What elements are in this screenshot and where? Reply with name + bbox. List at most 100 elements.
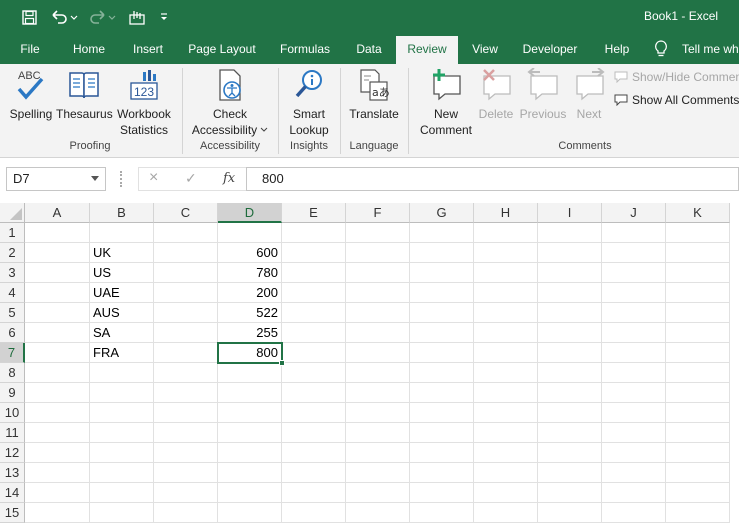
cell-h3[interactable] [474, 263, 538, 283]
cell-a11[interactable] [25, 423, 90, 443]
cell-f9[interactable] [346, 383, 410, 403]
cell-k6[interactable] [666, 323, 730, 343]
cell-i5[interactable] [538, 303, 602, 323]
cell-k12[interactable] [666, 443, 730, 463]
cell-k13[interactable] [666, 463, 730, 483]
column-header-j[interactable]: J [602, 203, 666, 223]
cell-a10[interactable] [25, 403, 90, 423]
cell-e8[interactable] [282, 363, 346, 383]
cell-h1[interactable] [474, 223, 538, 243]
row-header-14[interactable]: 14 [0, 483, 25, 503]
smart-lookup-button[interactable]: Smart Lookup [284, 68, 334, 138]
cell-e2[interactable] [282, 243, 346, 263]
cell-b1[interactable] [90, 223, 154, 243]
translate-button[interactable]: aあ Translate [346, 68, 402, 122]
row-header-10[interactable]: 10 [0, 403, 25, 423]
cell-i8[interactable] [538, 363, 602, 383]
cell-k4[interactable] [666, 283, 730, 303]
cell-c9[interactable] [154, 383, 218, 403]
cell-h15[interactable] [474, 503, 538, 523]
cell-b10[interactable] [90, 403, 154, 423]
select-all-button[interactable] [0, 203, 25, 223]
cell-b3[interactable]: US [90, 263, 154, 283]
cell-f7[interactable] [346, 343, 410, 363]
row-header-11[interactable]: 11 [0, 423, 25, 443]
cell-k7[interactable] [666, 343, 730, 363]
new-comment-button[interactable]: New Comment [416, 68, 476, 138]
cell-j12[interactable] [602, 443, 666, 463]
cell-a13[interactable] [25, 463, 90, 483]
workbook-statistics-button[interactable]: 123 Workbook Statistics [114, 68, 174, 138]
column-header-a[interactable]: A [25, 203, 90, 223]
cell-c8[interactable] [154, 363, 218, 383]
cell-f3[interactable] [346, 263, 410, 283]
cell-e9[interactable] [282, 383, 346, 403]
cell-d15[interactable] [218, 503, 282, 523]
cell-g4[interactable] [410, 283, 474, 303]
customize-icon[interactable] [157, 7, 171, 27]
chevron-down-icon[interactable] [91, 176, 99, 181]
row-header-12[interactable]: 12 [0, 443, 25, 463]
cell-i9[interactable] [538, 383, 602, 403]
tab-home[interactable]: Home [66, 34, 112, 64]
cell-i15[interactable] [538, 503, 602, 523]
column-header-b[interactable]: B [90, 203, 154, 223]
cell-c2[interactable] [154, 243, 218, 263]
cell-c1[interactable] [154, 223, 218, 243]
show-hide-comment-button[interactable]: Show/Hide Commen [614, 70, 739, 84]
cell-e4[interactable] [282, 283, 346, 303]
cell-a15[interactable] [25, 503, 90, 523]
row-header-1[interactable]: 1 [0, 223, 25, 243]
row-header-8[interactable]: 8 [0, 363, 25, 383]
cell-i12[interactable] [538, 443, 602, 463]
tab-insert[interactable]: Insert [126, 34, 170, 64]
cell-d6[interactable]: 255 [218, 323, 282, 343]
cell-b9[interactable] [90, 383, 154, 403]
cell-g5[interactable] [410, 303, 474, 323]
cell-g11[interactable] [410, 423, 474, 443]
cell-e3[interactable] [282, 263, 346, 283]
cell-a8[interactable] [25, 363, 90, 383]
cell-f6[interactable] [346, 323, 410, 343]
touch-mode-icon[interactable] [126, 7, 148, 27]
tab-view[interactable]: View [466, 34, 504, 64]
cell-i10[interactable] [538, 403, 602, 423]
cell-f11[interactable] [346, 423, 410, 443]
cell-k2[interactable] [666, 243, 730, 263]
cell-g14[interactable] [410, 483, 474, 503]
cell-g3[interactable] [410, 263, 474, 283]
cell-h7[interactable] [474, 343, 538, 363]
row-header-7[interactable]: 7 [0, 343, 25, 363]
cell-c13[interactable] [154, 463, 218, 483]
undo-icon[interactable] [47, 7, 81, 27]
cell-h14[interactable] [474, 483, 538, 503]
cell-c5[interactable] [154, 303, 218, 323]
cell-b4[interactable]: UAE [90, 283, 154, 303]
cell-c11[interactable] [154, 423, 218, 443]
cell-i11[interactable] [538, 423, 602, 443]
cell-j9[interactable] [602, 383, 666, 403]
cell-i1[interactable] [538, 223, 602, 243]
cell-g9[interactable] [410, 383, 474, 403]
cell-d1[interactable] [218, 223, 282, 243]
cell-k14[interactable] [666, 483, 730, 503]
column-header-d[interactable]: D [218, 203, 282, 223]
cell-h12[interactable] [474, 443, 538, 463]
tab-formulas[interactable]: Formulas [274, 34, 336, 64]
cell-c15[interactable] [154, 503, 218, 523]
cell-f8[interactable] [346, 363, 410, 383]
cell-a12[interactable] [25, 443, 90, 463]
cell-k1[interactable] [666, 223, 730, 243]
cell-c4[interactable] [154, 283, 218, 303]
cell-g12[interactable] [410, 443, 474, 463]
cell-c3[interactable] [154, 263, 218, 283]
cell-b11[interactable] [90, 423, 154, 443]
cell-a14[interactable] [25, 483, 90, 503]
spelling-button[interactable]: ABC Spelling [8, 68, 54, 122]
cell-h13[interactable] [474, 463, 538, 483]
cell-f13[interactable] [346, 463, 410, 483]
cell-k9[interactable] [666, 383, 730, 403]
cell-b2[interactable]: UK [90, 243, 154, 263]
worksheet-grid[interactable]: A B C D E F G H I J K 1 2 UK 600 3 US 780 4 UAE 200 5 AUS 522 6 S… [0, 203, 739, 528]
cell-f12[interactable] [346, 443, 410, 463]
